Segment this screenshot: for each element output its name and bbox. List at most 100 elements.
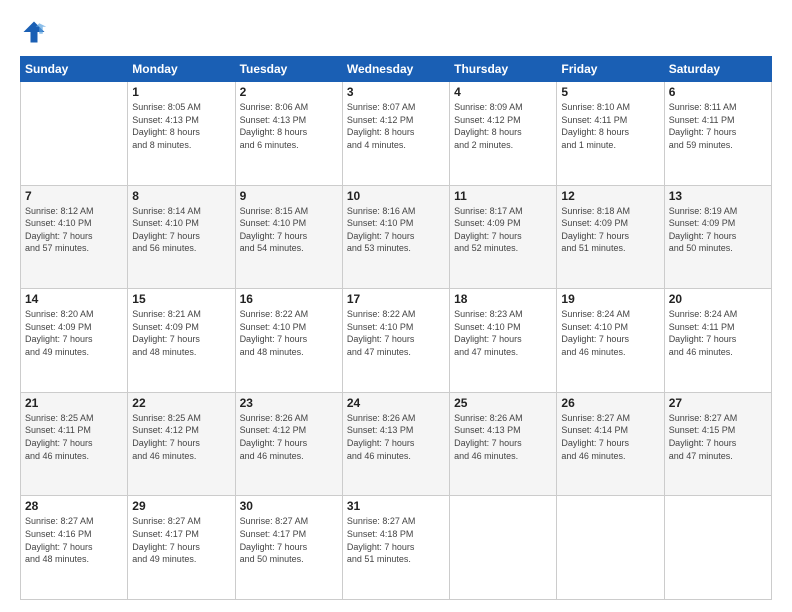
weekday-header-saturday: Saturday [664, 57, 771, 82]
day-info: Sunrise: 8:10 AM Sunset: 4:11 PM Dayligh… [561, 101, 659, 151]
calendar-cell: 25 Sunrise: 8:26 AM Sunset: 4:13 PM Dayli… [450, 392, 557, 496]
week-row-4: 21 Sunrise: 8:25 AM Sunset: 4:11 PM Dayli… [21, 392, 772, 496]
calendar-cell: 26 Sunrise: 8:27 AM Sunset: 4:14 PM Dayli… [557, 392, 664, 496]
calendar-cell [557, 496, 664, 600]
day-number: 1 [132, 85, 230, 99]
calendar-cell: 11 Sunrise: 8:17 AM Sunset: 4:09 PM Dayli… [450, 185, 557, 289]
calendar-cell: 4Sunrise: 8:09 AM Sunset: 4:12 PM Daylig… [450, 82, 557, 186]
day-number: 21 [25, 396, 123, 410]
day-info: Sunrise: 8:06 AM Sunset: 4:13 PM Dayligh… [240, 101, 338, 151]
calendar-cell: 3 Sunrise: 8:07 AM Sunset: 4:12 PM Daylig… [342, 82, 449, 186]
day-info: Sunrise: 8:11 AM Sunset: 4:11 PM Dayligh… [669, 101, 767, 151]
day-info: Sunrise: 8:24 AM Sunset: 4:11 PM Dayligh… [669, 308, 767, 358]
day-info: Sunrise: 8:16 AM Sunset: 4:10 PM Dayligh… [347, 205, 445, 255]
day-info: Sunrise: 8:26 AM Sunset: 4:13 PM Dayligh… [347, 412, 445, 462]
calendar-cell: 13 Sunrise: 8:19 AM Sunset: 4:09 PM Dayli… [664, 185, 771, 289]
day-info: Sunrise: 8:05 AM Sunset: 4:13 PM Dayligh… [132, 101, 230, 151]
week-row-5: 28 Sunrise: 8:27 AM Sunset: 4:16 PM Dayli… [21, 496, 772, 600]
calendar-cell: 10Sunrise: 8:16 AM Sunset: 4:10 PM Dayli… [342, 185, 449, 289]
calendar-cell: 14 Sunrise: 8:20 AM Sunset: 4:09 PM Dayli… [21, 289, 128, 393]
day-number: 14 [25, 292, 123, 306]
day-info: Sunrise: 8:27 AM Sunset: 4:17 PM Dayligh… [132, 515, 230, 565]
day-info: Sunrise: 8:19 AM Sunset: 4:09 PM Dayligh… [669, 205, 767, 255]
day-number: 16 [240, 292, 338, 306]
day-number: 28 [25, 499, 123, 513]
day-number: 19 [561, 292, 659, 306]
day-info: Sunrise: 8:14 AM Sunset: 4:10 PM Dayligh… [132, 205, 230, 255]
calendar-cell: 30 Sunrise: 8:27 AM Sunset: 4:17 PM Dayli… [235, 496, 342, 600]
weekday-header-wednesday: Wednesday [342, 57, 449, 82]
weekday-header-thursday: Thursday [450, 57, 557, 82]
day-info: Sunrise: 8:07 AM Sunset: 4:12 PM Dayligh… [347, 101, 445, 151]
calendar-cell: 6 Sunrise: 8:11 AM Sunset: 4:11 PM Daylig… [664, 82, 771, 186]
calendar: SundayMondayTuesdayWednesdayThursdayFrid… [20, 56, 772, 600]
calendar-cell [664, 496, 771, 600]
day-number: 2 [240, 85, 338, 99]
calendar-cell: 9Sunrise: 8:15 AM Sunset: 4:10 PM Daylig… [235, 185, 342, 289]
weekday-header-friday: Friday [557, 57, 664, 82]
day-number: 23 [240, 396, 338, 410]
day-info: Sunrise: 8:24 AM Sunset: 4:10 PM Dayligh… [561, 308, 659, 358]
day-number: 30 [240, 499, 338, 513]
day-number: 15 [132, 292, 230, 306]
calendar-cell: 19 Sunrise: 8:24 AM Sunset: 4:10 PM Dayli… [557, 289, 664, 393]
calendar-cell: 21 Sunrise: 8:25 AM Sunset: 4:11 PM Dayli… [21, 392, 128, 496]
calendar-cell: 29 Sunrise: 8:27 AM Sunset: 4:17 PM Dayli… [128, 496, 235, 600]
day-info: Sunrise: 8:26 AM Sunset: 4:12 PM Dayligh… [240, 412, 338, 462]
calendar-cell: 5 Sunrise: 8:10 AM Sunset: 4:11 PM Daylig… [557, 82, 664, 186]
day-number: 6 [669, 85, 767, 99]
day-number: 25 [454, 396, 552, 410]
weekday-header-sunday: Sunday [21, 57, 128, 82]
day-info: Sunrise: 8:17 AM Sunset: 4:09 PM Dayligh… [454, 205, 552, 255]
day-number: 4 [454, 85, 552, 99]
calendar-cell: 12 Sunrise: 8:18 AM Sunset: 4:09 PM Dayli… [557, 185, 664, 289]
day-number: 18 [454, 292, 552, 306]
calendar-cell: 15 Sunrise: 8:21 AM Sunset: 4:09 PM Dayli… [128, 289, 235, 393]
calendar-cell: 23 Sunrise: 8:26 AM Sunset: 4:12 PM Dayli… [235, 392, 342, 496]
day-number: 29 [132, 499, 230, 513]
page: SundayMondayTuesdayWednesdayThursdayFrid… [0, 0, 792, 612]
calendar-cell: 16 Sunrise: 8:22 AM Sunset: 4:10 PM Dayli… [235, 289, 342, 393]
day-number: 26 [561, 396, 659, 410]
day-number: 22 [132, 396, 230, 410]
day-info: Sunrise: 8:23 AM Sunset: 4:10 PM Dayligh… [454, 308, 552, 358]
day-number: 13 [669, 189, 767, 203]
logo-icon [20, 18, 48, 46]
week-row-2: 7Sunrise: 8:12 AM Sunset: 4:10 PM Daylig… [21, 185, 772, 289]
day-info: Sunrise: 8:27 AM Sunset: 4:17 PM Dayligh… [240, 515, 338, 565]
day-info: Sunrise: 8:27 AM Sunset: 4:15 PM Dayligh… [669, 412, 767, 462]
day-info: Sunrise: 8:22 AM Sunset: 4:10 PM Dayligh… [347, 308, 445, 358]
day-info: Sunrise: 8:27 AM Sunset: 4:14 PM Dayligh… [561, 412, 659, 462]
calendar-cell: 24 Sunrise: 8:26 AM Sunset: 4:13 PM Dayli… [342, 392, 449, 496]
calendar-cell [450, 496, 557, 600]
day-info: Sunrise: 8:22 AM Sunset: 4:10 PM Dayligh… [240, 308, 338, 358]
day-number: 24 [347, 396, 445, 410]
day-number: 8 [132, 189, 230, 203]
calendar-cell: 2 Sunrise: 8:06 AM Sunset: 4:13 PM Daylig… [235, 82, 342, 186]
calendar-cell [21, 82, 128, 186]
day-info: Sunrise: 8:27 AM Sunset: 4:16 PM Dayligh… [25, 515, 123, 565]
calendar-cell: 28 Sunrise: 8:27 AM Sunset: 4:16 PM Dayli… [21, 496, 128, 600]
day-info: Sunrise: 8:15 AM Sunset: 4:10 PM Dayligh… [240, 205, 338, 255]
calendar-cell: 7Sunrise: 8:12 AM Sunset: 4:10 PM Daylig… [21, 185, 128, 289]
calendar-cell: 22 Sunrise: 8:25 AM Sunset: 4:12 PM Dayli… [128, 392, 235, 496]
day-number: 17 [347, 292, 445, 306]
day-info: Sunrise: 8:18 AM Sunset: 4:09 PM Dayligh… [561, 205, 659, 255]
day-number: 3 [347, 85, 445, 99]
day-info: Sunrise: 8:25 AM Sunset: 4:12 PM Dayligh… [132, 412, 230, 462]
week-row-1: 1 Sunrise: 8:05 AM Sunset: 4:13 PM Daylig… [21, 82, 772, 186]
day-info: Sunrise: 8:12 AM Sunset: 4:10 PM Dayligh… [25, 205, 123, 255]
calendar-cell: 17 Sunrise: 8:22 AM Sunset: 4:10 PM Dayli… [342, 289, 449, 393]
day-number: 11 [454, 189, 552, 203]
day-info: Sunrise: 8:21 AM Sunset: 4:09 PM Dayligh… [132, 308, 230, 358]
day-info: Sunrise: 8:25 AM Sunset: 4:11 PM Dayligh… [25, 412, 123, 462]
weekday-header-row: SundayMondayTuesdayWednesdayThursdayFrid… [21, 57, 772, 82]
header [20, 18, 772, 46]
day-number: 20 [669, 292, 767, 306]
week-row-3: 14 Sunrise: 8:20 AM Sunset: 4:09 PM Dayli… [21, 289, 772, 393]
day-info: Sunrise: 8:20 AM Sunset: 4:09 PM Dayligh… [25, 308, 123, 358]
day-number: 5 [561, 85, 659, 99]
day-info: Sunrise: 8:26 AM Sunset: 4:13 PM Dayligh… [454, 412, 552, 462]
day-number: 12 [561, 189, 659, 203]
calendar-cell: 27Sunrise: 8:27 AM Sunset: 4:15 PM Dayli… [664, 392, 771, 496]
